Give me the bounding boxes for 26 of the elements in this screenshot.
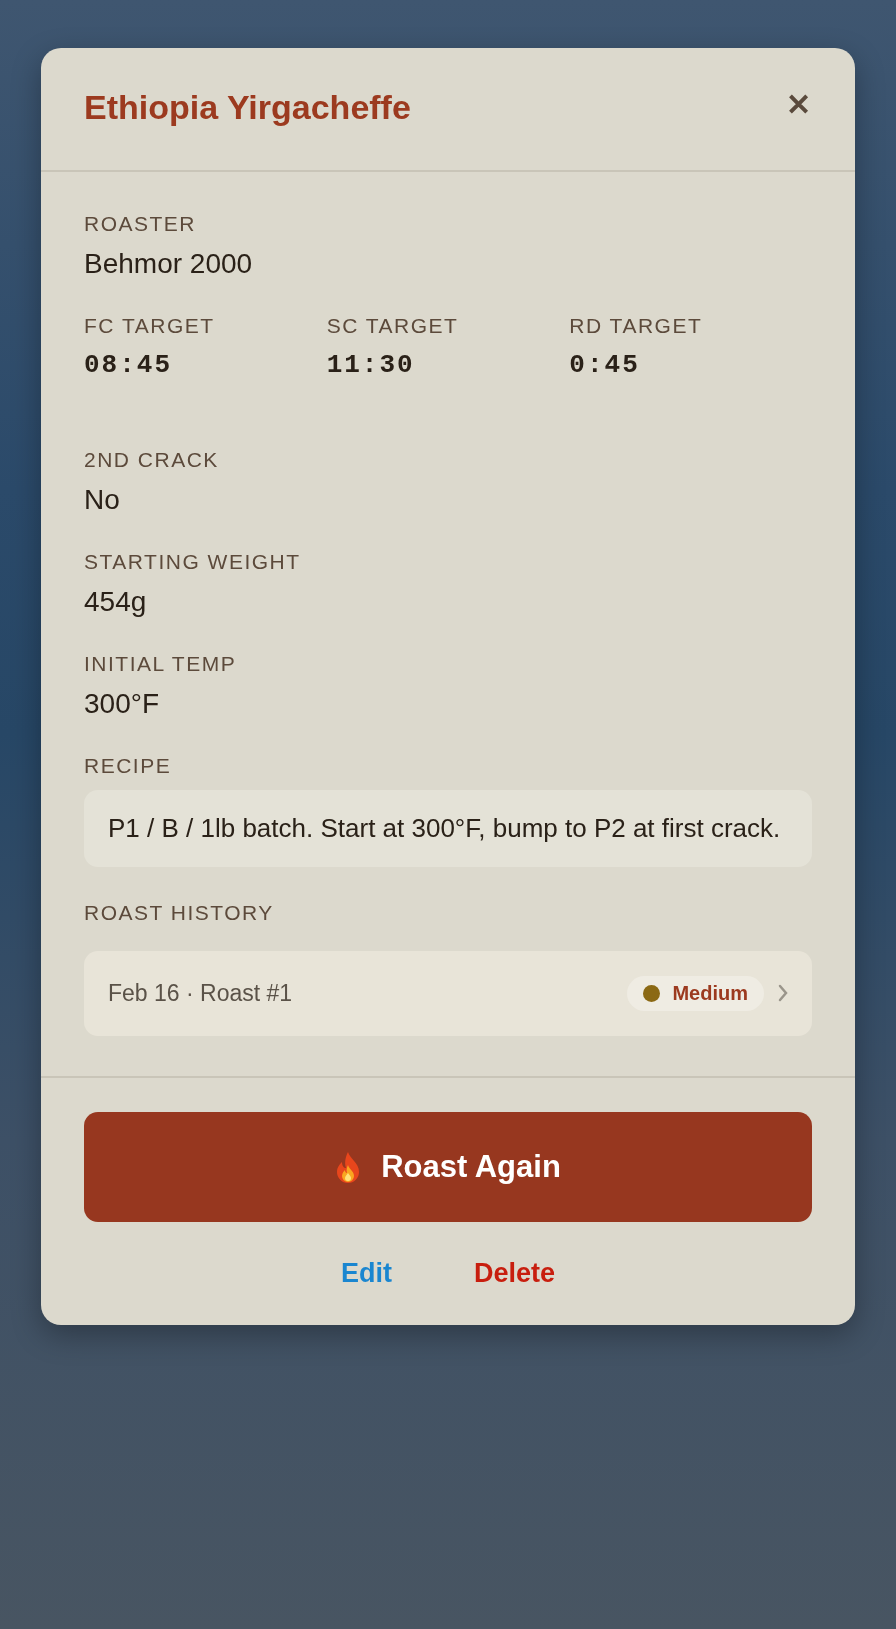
recipe-note: P1 / B / 1lb batch. Start at 300°F, bump to P2 at first crack.: [84, 790, 812, 867]
field-label: ROASTER: [84, 212, 197, 236]
badge-text: Medium: [672, 981, 748, 1005]
field-label: STARTING WEIGHT: [84, 550, 302, 574]
field-value: No: [84, 484, 121, 516]
row-title: Feb 16 · Roast #1: [108, 979, 294, 1007]
time-value: 11:30: [326, 350, 416, 380]
dialog-title: Ethiopia Yirgacheffe: [84, 88, 411, 127]
field-value: Behmor 2000: [84, 248, 254, 280]
field-label: RECIPE: [84, 754, 173, 778]
field-label: INITIAL TEMP: [84, 652, 238, 676]
chevron-right-icon: [778, 984, 788, 1002]
field-label: SC TARGET: [326, 314, 460, 338]
delete-link[interactable]: Delete: [473, 1257, 555, 1289]
roast-again-button[interactable]: Roast Again: [84, 1111, 812, 1222]
flame-icon: [335, 1150, 362, 1183]
field-label: RD TARGET: [569, 314, 704, 338]
field-value: 300°F: [84, 688, 161, 720]
time-value: 0:45: [569, 350, 641, 380]
field-label: FC TARGET: [84, 314, 216, 338]
time-value: 08:45: [84, 350, 173, 380]
close-button[interactable]: ✕: [786, 90, 811, 120]
history-row[interactable]: Feb 16 · Roast #1 Medium: [84, 950, 812, 1036]
field-value: 454g: [84, 586, 148, 618]
field-label: 2ND CRACK: [84, 448, 220, 472]
section-label: ROAST HISTORY: [84, 900, 275, 925]
